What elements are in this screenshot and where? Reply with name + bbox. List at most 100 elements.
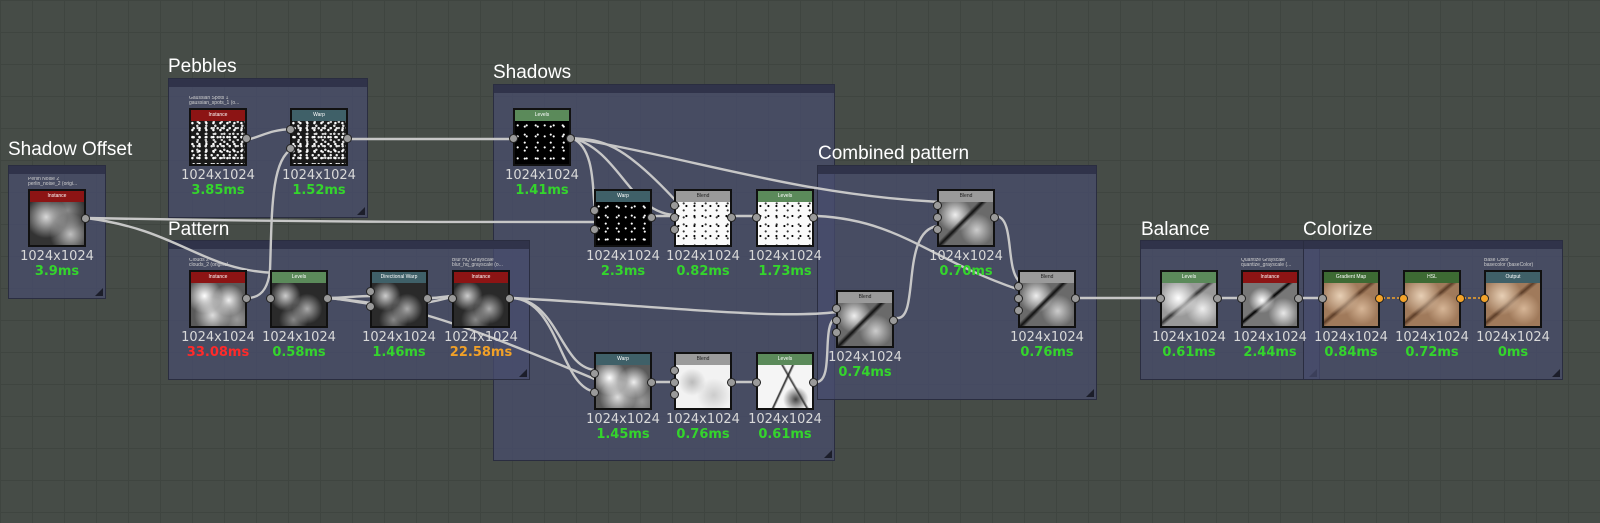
output-port[interactable] — [889, 316, 898, 325]
output-port[interactable] — [242, 134, 251, 143]
node-subcaption: basecolor (baseColor) — [1484, 262, 1534, 268]
input-port[interactable] — [590, 388, 599, 397]
output-port[interactable] — [990, 213, 999, 222]
node-thumbnail — [838, 303, 892, 346]
wire — [510, 296, 839, 316]
output-port[interactable] — [242, 294, 251, 303]
input-port[interactable] — [832, 304, 841, 313]
node-levels[interactable]: Levels 1024x1024 0.61ms — [748, 352, 822, 442]
node-header: Gradient Map — [1324, 272, 1378, 283]
input-port[interactable] — [1399, 294, 1408, 303]
node-thumbnail — [272, 283, 326, 326]
node-thumbnail — [1162, 283, 1216, 326]
output-port[interactable] — [505, 294, 514, 303]
node-resolution: 1024x1024 — [828, 350, 902, 365]
node-quantize-grayscale[interactable]: Quantize Grayscale quantize_grayscale (..… — [1233, 258, 1307, 360]
node-thumbnail — [758, 365, 812, 408]
output-port[interactable] — [1213, 294, 1222, 303]
input-port[interactable] — [366, 287, 375, 296]
output-port[interactable] — [1071, 294, 1080, 303]
input-port[interactable] — [590, 225, 599, 234]
output-port[interactable] — [647, 213, 656, 222]
input-port[interactable] — [266, 294, 275, 303]
node-blur-hq[interactable]: Blur HQ Grayscale blur_hq_grayscale (o...… — [444, 258, 518, 360]
node-thumbnail — [515, 121, 569, 164]
output-port[interactable] — [81, 214, 90, 223]
node-thumbnail — [758, 202, 812, 245]
node-warp[interactable]: Warp 1024x1024 2.3ms — [586, 189, 660, 279]
node-hsl[interactable]: HSL 1024x1024 0.72ms — [1395, 270, 1469, 360]
output-port[interactable] — [1375, 294, 1384, 303]
node-gradient-map[interactable]: Gradient Map 1024x1024 0.84ms — [1314, 270, 1388, 360]
input-port[interactable] — [1014, 306, 1023, 315]
node-time: 0.61ms — [758, 427, 812, 442]
input-port[interactable] — [1014, 294, 1023, 303]
node-levels[interactable]: Levels 1024x1024 0.61ms — [1152, 270, 1226, 360]
input-port[interactable] — [590, 369, 599, 378]
node-thumbnail — [372, 283, 426, 326]
input-port[interactable] — [670, 225, 679, 234]
node-warp[interactable]: Warp 1024x1024 1.52ms — [282, 108, 356, 198]
node-blend[interactable]: Blend 1024x1024 0.76ms — [666, 352, 740, 442]
node-thumbnail — [1020, 283, 1074, 326]
node-clouds[interactable]: Clouds 2 clouds_2 (original ... Instance … — [181, 258, 255, 360]
output-port[interactable] — [1456, 294, 1465, 303]
input-port[interactable] — [670, 213, 679, 222]
output-port[interactable] — [727, 378, 736, 387]
node-thumbnail — [1324, 283, 1378, 326]
node-directional-warp[interactable]: Directional Warp 1024x1024 1.46ms — [362, 270, 436, 360]
input-port[interactable] — [590, 206, 599, 215]
input-port[interactable] — [1156, 294, 1165, 303]
node-blend[interactable]: Blend 1024x1024 0.82ms — [666, 189, 740, 279]
node-header: Instance — [191, 272, 245, 283]
output-port[interactable] — [809, 213, 818, 222]
graph-canvas[interactable]: Shadow Offset Pebbles Shadows Combined p… — [0, 0, 1600, 523]
output-port[interactable] — [566, 134, 575, 143]
input-port[interactable] — [670, 390, 679, 399]
output-port[interactable] — [1294, 294, 1303, 303]
node-levels[interactable]: Levels 1024x1024 0.58ms — [262, 270, 336, 360]
input-port[interactable] — [286, 144, 295, 153]
input-port[interactable] — [448, 294, 457, 303]
node-header: HSL — [1405, 272, 1459, 283]
input-port[interactable] — [933, 201, 942, 210]
node-thumbnail — [939, 202, 993, 245]
input-port[interactable] — [832, 328, 841, 337]
node-time: 0.76ms — [1020, 345, 1074, 360]
node-time: 0.74ms — [838, 365, 892, 380]
node-gaussian-spots[interactable]: Gaussian Spots 1 gaussian_spots_1 (o... I… — [181, 96, 255, 198]
node-blend[interactable]: Blend 1024x1024 0.70ms — [929, 189, 1003, 279]
node-time: 0.70ms — [939, 264, 993, 279]
input-port[interactable] — [670, 378, 679, 387]
input-port[interactable] — [752, 213, 761, 222]
node-thumbnail — [30, 202, 84, 245]
input-port[interactable] — [752, 378, 761, 387]
output-port[interactable] — [323, 294, 332, 303]
node-header: Levels — [758, 191, 812, 202]
node-warp[interactable]: Warp 1024x1024 1.45ms — [586, 352, 660, 442]
input-port[interactable] — [509, 134, 518, 143]
input-port[interactable] — [933, 213, 942, 222]
output-port[interactable] — [647, 378, 656, 387]
output-port[interactable] — [423, 294, 432, 303]
input-port[interactable] — [670, 201, 679, 210]
node-levels[interactable]: Levels 1024x1024 1.73ms — [748, 189, 822, 279]
input-port[interactable] — [933, 225, 942, 234]
input-port[interactable] — [366, 302, 375, 311]
node-blend[interactable]: Blend 1024x1024 0.76ms — [1010, 270, 1084, 360]
output-port[interactable] — [343, 134, 352, 143]
input-port[interactable] — [1480, 294, 1489, 303]
input-port[interactable] — [1318, 294, 1327, 303]
output-port[interactable] — [727, 213, 736, 222]
node-blend[interactable]: Blend 1024x1024 0.74ms — [828, 290, 902, 380]
input-port[interactable] — [1014, 282, 1023, 291]
input-port[interactable] — [832, 316, 841, 325]
input-port[interactable] — [1237, 294, 1246, 303]
node-perlin-noise[interactable]: Perlin Noise 2 perlin_noise_2 (origi... I… — [20, 177, 94, 279]
node-header: Blend — [676, 191, 730, 202]
node-header: Output — [1486, 272, 1540, 283]
node-output-base-color[interactable]: Base Color basecolor (baseColor) Output 1… — [1476, 258, 1550, 360]
node-levels[interactable]: Levels 1024x1024 1.41ms — [505, 108, 579, 198]
input-port[interactable] — [670, 366, 679, 375]
input-port[interactable] — [286, 125, 295, 134]
